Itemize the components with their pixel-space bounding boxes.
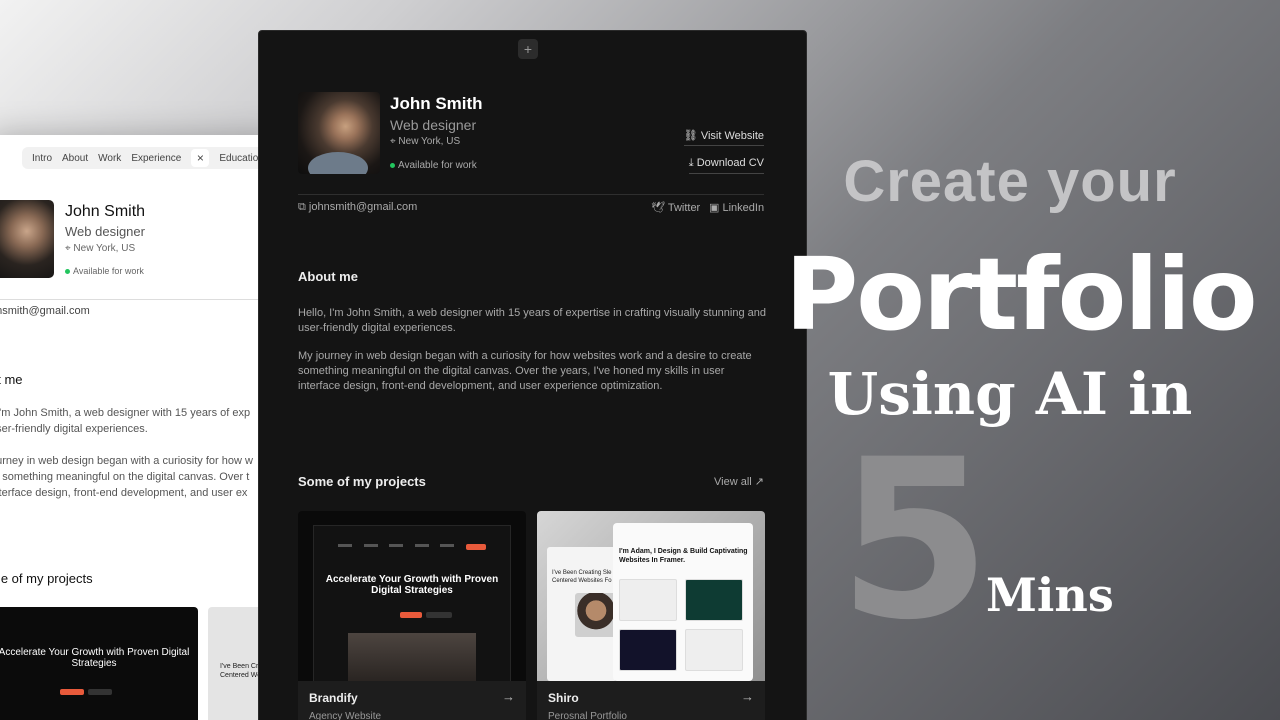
thumbnail-cta (400, 612, 422, 618)
about-paragraph-1: Hello, I'm John Smith, a web designer wi… (298, 307, 767, 334)
project-thumbnail: I've Been Creating Sle Centered Websites… (537, 511, 765, 681)
hero-number: 5 (838, 412, 992, 668)
project-subtitle: Perosnal Portfolio (548, 711, 627, 720)
project-card-shiro[interactable]: I've Been Creating Sle Centered Websites… (537, 511, 765, 720)
thumbnail-headline: I'm Adam, I Design & Build Captivating W… (619, 548, 748, 564)
link-icon: ⛓ (683, 130, 698, 142)
thumbnail-tile (685, 579, 743, 621)
left-nav-bar: Intro About Work Experience × Educatio (22, 147, 269, 169)
add-button[interactable]: + (518, 39, 538, 59)
thumbnail-navbar (338, 544, 486, 550)
linkedin-icon: ▣ (709, 202, 720, 214)
profile-divider (298, 194, 764, 195)
left-role: Web designer (65, 224, 145, 239)
profile-location-text: New York, US (398, 136, 461, 147)
thumbnail-side-text: I've Been Creating Sle Centered Websites… (552, 570, 612, 584)
left-location: ⌖ New York, US (65, 243, 135, 254)
thumbnail-portrait (575, 593, 617, 637)
project-title: Shiro (548, 691, 579, 705)
avatar (298, 92, 380, 174)
location-pin-icon: ⌖ (390, 136, 396, 147)
left-about-line: interface design, front-end development,… (0, 487, 248, 499)
project-card-brandify[interactable]: Accelerate Your Growth with Proven Digit… (298, 511, 526, 720)
left-nav-experience[interactable]: Experience (131, 153, 181, 164)
left-about-heading: ut me (0, 372, 23, 387)
thumbnail-cta-secondary (426, 612, 452, 618)
view-all-link[interactable]: View all ↗ (714, 475, 764, 488)
profile-location: ⌖ New York, US (390, 136, 460, 147)
left-nav-education[interactable]: Educatio (219, 153, 258, 164)
download-cv-label: Download CV (696, 157, 764, 169)
left-divider (0, 299, 280, 300)
thumbnail-tile (685, 629, 743, 671)
download-icon: ⤓ (688, 157, 694, 169)
hero-unit: Mins (986, 568, 1114, 622)
left-card-cta-secondary (88, 689, 112, 695)
linkedin-label: LinkedIn (722, 202, 765, 214)
copy-icon: ⧉ (298, 201, 306, 213)
left-card-headline: Accelerate Your Growth with Proven Digit… (0, 647, 190, 669)
left-nav-about[interactable]: About (62, 153, 88, 164)
left-location-text: New York, US (73, 243, 136, 254)
location-pin-icon: ⌖ (65, 243, 71, 254)
left-name: John Smith (65, 203, 146, 220)
thumbnail-tile (619, 629, 677, 671)
twitter-icon: 🕊 (651, 202, 665, 214)
download-cv-link[interactable]: ⤓ Download CV (688, 157, 764, 174)
left-about-line: , I'm John Smith, a web designer with 15… (0, 407, 251, 419)
arrow-right-icon[interactable]: → (741, 689, 754, 704)
left-projects-heading: me of my projects (0, 571, 93, 586)
left-email[interactable]: hnsmith@gmail.com (0, 305, 90, 317)
hero-line-create-your: Create your (843, 149, 1177, 214)
portfolio-panel: + John Smith Web designer ⌖ New York, US… (258, 30, 807, 720)
email-link[interactable]: ⧉ johnsmith@gmail.com (298, 201, 417, 214)
thumbnail-headline: Accelerate Your Growth with Proven Digit… (325, 574, 499, 596)
left-nav-intro[interactable]: Intro (32, 153, 52, 164)
left-nav-work[interactable]: Work (98, 153, 121, 164)
twitter-label: Twitter (667, 202, 701, 214)
project-subtitle: Agency Website (309, 711, 382, 720)
project-title: Brandify (309, 691, 358, 705)
thumbnail-side-window: I've Been Creating Sle Centered Websites… (547, 547, 617, 681)
thumbnail-photo (348, 633, 476, 681)
projects-heading: Some of my projects (298, 474, 426, 489)
left-portfolio-preview: Intro About Work Experience × Educatio J… (0, 135, 280, 720)
project-thumbnail: Accelerate Your Growth with Proven Digit… (298, 511, 526, 681)
hero-line-portfolio: Portfolio (785, 236, 1258, 353)
left-about-line: te something meaningful on the digital c… (0, 471, 250, 483)
visit-website-label: Visit Website (700, 130, 764, 142)
linkedin-link[interactable]: ▣ LinkedIn (709, 201, 764, 214)
twitter-link[interactable]: 🕊 Twitter (651, 201, 700, 214)
left-avatar (0, 200, 54, 278)
visit-website-link[interactable]: ⛓ Visit Website (683, 129, 764, 146)
about-paragraph-2: My journey in web design began with a cu… (298, 350, 752, 392)
left-project-card-brandify[interactable]: Accelerate Your Growth with Proven Digit… (0, 607, 198, 720)
arrow-right-icon[interactable]: → (502, 689, 515, 704)
thumbnail-main-window: I'm Adam, I Design & Build Captivating W… (613, 523, 753, 681)
profile-role: Web designer (390, 117, 477, 133)
email-text: johnsmith@gmail.com (308, 201, 418, 213)
profile-name: John Smith (390, 94, 483, 113)
close-icon[interactable]: × (191, 149, 210, 167)
about-heading: About me (298, 269, 358, 284)
left-about-line: user-friendly digital experiences. (0, 423, 148, 435)
left-about-line: ourney in web design began with a curios… (0, 455, 253, 467)
availability-status: Available for work (390, 160, 477, 171)
left-card-cta (60, 689, 84, 695)
thumbnail-tile (619, 579, 677, 621)
left-availability: Available for work (65, 266, 144, 276)
